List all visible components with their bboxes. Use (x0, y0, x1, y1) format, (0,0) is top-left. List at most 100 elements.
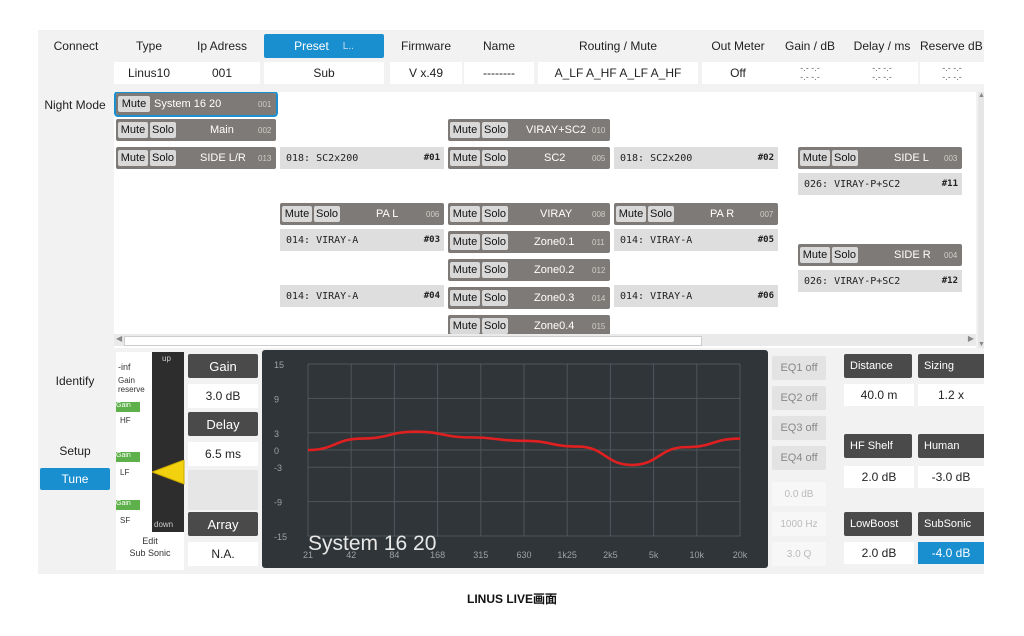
tune-button[interactable]: Tune (40, 468, 110, 490)
delay-value[interactable]: 6.5 ms (188, 442, 258, 466)
subsonic-button[interactable]: SubSonic (918, 512, 984, 536)
scroll-down-arrow-icon[interactable]: ▼ (978, 341, 984, 348)
solo-button[interactable]: Solo (314, 206, 340, 222)
eq-gain-value[interactable]: 0.0 dB (772, 482, 826, 506)
scroll-thumb[interactable] (124, 336, 702, 346)
mute-button[interactable]: Mute (450, 290, 480, 306)
mute-button[interactable]: Mute (800, 247, 830, 263)
group-main[interactable]: Mute Solo Main 002 (116, 119, 276, 141)
mute-button[interactable]: Mute (282, 206, 312, 222)
routing-value[interactable]: A_LF A_HF A_LF A_HF (538, 62, 698, 84)
mute-button[interactable]: Mute (118, 96, 150, 112)
identify-button[interactable]: Identify (38, 374, 112, 388)
eq3-button[interactable]: EQ3 off (772, 416, 826, 440)
scroll-left-arrow-icon[interactable]: ◀ (116, 334, 122, 343)
human-value[interactable]: -3.0 dB (918, 466, 984, 488)
response-plot: 15930-3-9-15 21 42 84 168 315 630 1k25 2k5 5k 10k… (274, 360, 748, 560)
group-sc2[interactable]: Mute Solo SC2 005 (448, 147, 610, 169)
patch-horizontal-scrollbar[interactable]: ◀ ▶ (114, 334, 976, 346)
subsonic-value[interactable]: -4.0 dB (918, 542, 984, 564)
distance-value[interactable]: 40.0 m (844, 384, 914, 406)
sub-item[interactable]: 026: VIRAY-P+SC2 #11 (798, 173, 962, 195)
x-tick-label: 10k (690, 550, 705, 560)
delay-button[interactable]: Delay (188, 412, 258, 436)
group-number: 006 (426, 209, 440, 219)
gain-value[interactable]: 3.0 dB (188, 384, 258, 408)
scroll-up-arrow-icon[interactable]: ▲ (978, 92, 984, 99)
solo-button[interactable]: Solo (482, 150, 508, 166)
distance-button[interactable]: Distance (844, 354, 912, 378)
sub-item[interactable]: 014: VIRAY-A #03 (280, 229, 444, 251)
lowboost-button[interactable]: LowBoost (844, 512, 912, 536)
mute-button[interactable]: Mute (800, 150, 830, 166)
solo-button[interactable]: Solo (832, 247, 858, 263)
group-zone-2[interactable]: Mute Solo Zone0.2 012 (448, 259, 610, 281)
sub-item[interactable]: 018: SC2x200 #01 (280, 147, 444, 169)
connect-header[interactable]: Connect (38, 34, 114, 58)
name-value[interactable]: -------- (464, 62, 534, 84)
scroll-right-arrow-icon[interactable]: ▶ (968, 334, 974, 343)
sub-item[interactable]: 014: VIRAY-A #05 (614, 229, 778, 251)
firmware-value: V x.49 (390, 62, 462, 84)
group-zone-3[interactable]: Mute Solo Zone0.3 014 (448, 287, 610, 309)
mute-button[interactable]: Mute (616, 206, 646, 222)
group-viray-sc2[interactable]: Mute Solo VIRAY+SC2 010 (448, 119, 610, 141)
hf-shelf-value[interactable]: 2.0 dB (844, 466, 914, 488)
solo-button[interactable]: Solo (482, 234, 508, 250)
group-viray[interactable]: Mute Solo VIRAY 008 (448, 203, 610, 225)
solo-button[interactable]: Solo (150, 150, 176, 166)
mute-button[interactable]: Mute (450, 150, 480, 166)
lowboost-value[interactable]: 2.0 dB (844, 542, 914, 564)
solo-button[interactable]: Solo (150, 122, 176, 138)
eq1-button[interactable]: EQ1 off (772, 356, 826, 380)
eq-freq-value[interactable]: 1000 Hz (772, 512, 826, 536)
solo-button[interactable]: Solo (482, 262, 508, 278)
frequency-response-graph[interactable]: 15 9 3 0 -3 -9 -15 21 42 84 168 315 630 1k25 2k5 5k 10k… (262, 350, 768, 568)
eq2-button[interactable]: EQ2 off (772, 386, 826, 410)
group-side-r[interactable]: Mute Solo SIDE R 004 (798, 244, 962, 266)
mute-button[interactable]: Mute (450, 122, 480, 138)
mute-button[interactable]: Mute (450, 206, 480, 222)
group-side-lr[interactable]: Mute Solo SIDE L/R 013 (116, 147, 276, 169)
group-system[interactable]: Mute System 16 20 001 (114, 92, 278, 117)
sizing-button[interactable]: Sizing (918, 354, 984, 378)
night-mode-label[interactable]: Night Mode (38, 98, 112, 112)
group-pa-l[interactable]: Mute Solo PA L 006 (280, 203, 444, 225)
mute-button[interactable]: Mute (450, 262, 480, 278)
sub-item[interactable]: 014: VIRAY-A #06 (614, 285, 778, 307)
group-side-l[interactable]: Mute Solo SIDE L 003 (798, 147, 962, 169)
sub-item[interactable]: 018: SC2x200 #02 (614, 147, 778, 169)
gain-button[interactable]: Gain (188, 354, 258, 378)
eq4-button[interactable]: EQ4 off (772, 446, 826, 470)
solo-button[interactable]: Solo (482, 290, 508, 306)
out-meter-value[interactable]: Off (702, 62, 774, 84)
level-pointer-icon[interactable] (152, 460, 186, 486)
group-zone-1[interactable]: Mute Solo Zone0.1 011 (448, 231, 610, 253)
group-pa-r[interactable]: Mute Solo PA R 007 (614, 203, 778, 225)
mute-button[interactable]: Mute (450, 234, 480, 250)
array-button[interactable]: Array (188, 512, 258, 536)
mute-button[interactable]: Mute (118, 150, 148, 166)
solo-button[interactable]: Solo (482, 206, 508, 222)
solo-button[interactable]: Solo (482, 318, 508, 334)
preset-label: Preset (294, 39, 329, 53)
mute-button[interactable]: Mute (118, 122, 148, 138)
mute-button[interactable]: Mute (450, 318, 480, 334)
sub-sonic-label[interactable]: Sub Sonic (116, 548, 184, 558)
sub-item[interactable]: 014: VIRAY-A #04 (280, 285, 444, 307)
sizing-value[interactable]: 1.2 x (918, 384, 984, 406)
graph-title: System 16 20 (308, 532, 436, 555)
solo-button[interactable]: Solo (482, 122, 508, 138)
solo-button[interactable]: Solo (648, 206, 674, 222)
solo-button[interactable]: Solo (832, 150, 858, 166)
hf-shelf-button[interactable]: HF Shelf (844, 434, 912, 458)
preset-value[interactable]: Sub (264, 62, 384, 84)
sub-number: #04 (423, 291, 440, 301)
eq-q-value[interactable]: 3.0 Q (772, 542, 826, 566)
preset-tab[interactable]: Preset L.. (264, 34, 384, 58)
sub-item[interactable]: 026: VIRAY-P+SC2 #12 (798, 270, 962, 292)
patch-vertical-scrollbar[interactable]: ▲ ▼ (978, 92, 984, 348)
setup-button[interactable]: Setup (38, 444, 112, 458)
sub-name: 018: SC2x200 (286, 152, 359, 164)
human-button[interactable]: Human (918, 434, 984, 458)
